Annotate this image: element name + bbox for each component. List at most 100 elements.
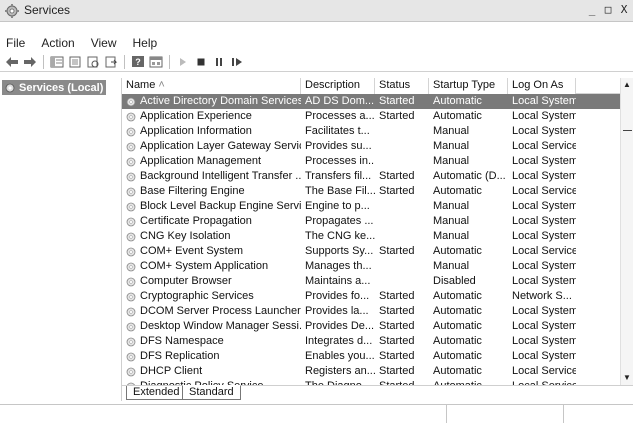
service-log-on-as: Local Service bbox=[512, 245, 576, 257]
service-description: Propagates ... bbox=[305, 215, 374, 227]
service-gear-icon bbox=[126, 307, 136, 316]
vertical-scrollbar[interactable]: ▲ ▼ bbox=[620, 78, 633, 385]
service-name: Computer Browser bbox=[140, 275, 232, 287]
tab-standard[interactable]: Standard bbox=[182, 385, 241, 400]
stop-service-icon[interactable] bbox=[193, 54, 209, 70]
service-description: The CNG ke... bbox=[305, 230, 375, 242]
service-startup-type: Automatic bbox=[433, 95, 482, 107]
service-description: Facilitates t... bbox=[305, 125, 370, 137]
table-row[interactable]: DFS Replication Enables you... Started Auto… bbox=[122, 349, 620, 364]
service-name-cell: CNG Key Isolation bbox=[122, 229, 301, 244]
table-row[interactable]: Base Filtering Engine The Base Fil... Star… bbox=[122, 184, 620, 199]
service-log-on-as: Local System bbox=[512, 350, 576, 362]
menu-file[interactable]: File bbox=[0, 36, 33, 50]
service-log-on-as: Local System bbox=[512, 125, 576, 137]
service-status: Started bbox=[379, 320, 415, 332]
service-description: Provides fo... bbox=[305, 290, 370, 302]
service-name: Active Directory Domain Services bbox=[140, 95, 301, 107]
table-row[interactable]: Active Directory Domain Services AD DS Do… bbox=[122, 94, 620, 109]
start-service-icon[interactable] bbox=[175, 54, 191, 70]
service-status: Started bbox=[379, 110, 415, 122]
service-name: Application Management bbox=[140, 155, 262, 167]
scrollbar-thumb[interactable] bbox=[623, 130, 632, 134]
service-log-on-as: Local Service bbox=[512, 365, 576, 377]
tree-item-services-local[interactable]: Services (Local) bbox=[2, 80, 107, 95]
minimize-button[interactable]: _ bbox=[585, 3, 599, 17]
table-row[interactable]: Application Management Processes in... Man… bbox=[122, 154, 620, 169]
table-row[interactable]: Application Experience Processes a... Star… bbox=[122, 109, 620, 124]
table-row[interactable]: Computer Browser Maintains a... Disabled Lo… bbox=[122, 274, 620, 289]
service-log-on-as: Local System bbox=[512, 275, 576, 287]
service-name-cell: Active Directory Domain Services bbox=[122, 94, 301, 109]
svg-text:?: ? bbox=[135, 57, 141, 67]
properties-icon[interactable] bbox=[67, 54, 83, 70]
table-row[interactable]: DCOM Server Process Launcher Provides la.… bbox=[122, 304, 620, 319]
table-row[interactable]: Block Level Backup Engine Service Engine … bbox=[122, 199, 620, 214]
service-gear-icon bbox=[126, 187, 136, 196]
table-row[interactable]: Background Intelligent Transfer ... Trans… bbox=[122, 169, 620, 184]
table-row[interactable]: Application Layer Gateway Service Provide… bbox=[122, 139, 620, 154]
service-description: Manages th... bbox=[305, 260, 372, 272]
service-name-cell: Application Management bbox=[122, 154, 301, 169]
export-icon[interactable] bbox=[103, 54, 119, 70]
service-description: Provides su... bbox=[305, 140, 372, 152]
service-gear-icon bbox=[126, 172, 136, 181]
menu-view[interactable]: View bbox=[83, 36, 125, 50]
table-row[interactable]: Application Information Facilitates t... M… bbox=[122, 124, 620, 139]
table-row[interactable]: CNG Key Isolation The CNG ke... Manual Loca… bbox=[122, 229, 620, 244]
forward-icon[interactable] bbox=[22, 54, 38, 70]
status-bar-divider bbox=[563, 405, 564, 423]
help-icon[interactable]: ? bbox=[130, 54, 146, 70]
service-name-cell: Application Layer Gateway Service bbox=[122, 139, 301, 154]
table-row[interactable]: Desktop Window Manager Sessi... Provides … bbox=[122, 319, 620, 334]
table-row[interactable]: DHCP Client Registers an... Started Automat… bbox=[122, 364, 620, 379]
services-list: Name ˄ Description Status Startup Type L… bbox=[122, 78, 620, 385]
service-name: Application Information bbox=[140, 125, 252, 137]
menu-action[interactable]: Action bbox=[33, 36, 82, 50]
menu-help[interactable]: Help bbox=[125, 36, 166, 50]
service-gear-icon bbox=[126, 97, 136, 106]
console-icon[interactable] bbox=[148, 54, 164, 70]
toolbar-separator bbox=[124, 54, 125, 69]
service-startup-type: Automatic bbox=[433, 320, 482, 332]
table-row[interactable]: COM+ System Application Manages th... Manu… bbox=[122, 259, 620, 274]
service-description: Processes a... bbox=[305, 110, 375, 122]
service-name: Cryptographic Services bbox=[140, 290, 254, 302]
column-header-log-on-as[interactable]: Log On As bbox=[508, 78, 576, 94]
service-name-cell: DFS Namespace bbox=[122, 334, 301, 349]
column-header-description[interactable]: Description bbox=[301, 78, 375, 94]
table-body: Active Directory Domain Services AD DS Do… bbox=[122, 94, 620, 385]
table-row[interactable]: Certificate Propagation Propagates ... Man… bbox=[122, 214, 620, 229]
scroll-down-arrow-icon[interactable]: ▼ bbox=[621, 372, 633, 384]
console-tree: Services (Local) bbox=[0, 78, 122, 401]
tab-extended[interactable]: Extended bbox=[126, 386, 187, 400]
refresh-icon[interactable] bbox=[85, 54, 101, 70]
column-header-row: Name ˄ Description Status Startup Type L… bbox=[122, 78, 620, 94]
service-log-on-as: Local Service bbox=[512, 140, 576, 152]
scroll-up-arrow-icon[interactable]: ▲ bbox=[621, 79, 633, 91]
service-description: Processes in... bbox=[305, 155, 375, 167]
service-startup-type: Automatic bbox=[433, 350, 482, 362]
service-startup-type: Manual bbox=[433, 215, 470, 227]
show-hide-tree-icon[interactable] bbox=[49, 54, 65, 70]
maximize-button[interactable]: □ bbox=[601, 3, 615, 17]
column-header-status[interactable]: Status bbox=[375, 78, 429, 94]
service-startup-type: Manual bbox=[433, 155, 470, 167]
service-startup-type: Automatic bbox=[433, 110, 482, 122]
table-row[interactable]: DFS Namespace Integrates d... Started Autom… bbox=[122, 334, 620, 349]
service-log-on-as: Local System bbox=[512, 305, 576, 317]
table-row[interactable]: Cryptographic Services Provides fo... Star… bbox=[122, 289, 620, 304]
service-description: Integrates d... bbox=[305, 335, 373, 347]
back-icon[interactable] bbox=[4, 54, 20, 70]
pause-service-icon[interactable] bbox=[211, 54, 227, 70]
service-status bbox=[375, 154, 429, 169]
table-row[interactable]: COM+ Event System Supports Sy... Started Au… bbox=[122, 244, 620, 259]
column-header-startup-type[interactable]: Startup Type bbox=[429, 78, 508, 94]
service-name: DFS Namespace bbox=[140, 335, 224, 347]
service-gear-icon bbox=[126, 142, 136, 151]
service-name: Base Filtering Engine bbox=[140, 185, 245, 197]
close-button[interactable]: X bbox=[617, 3, 631, 17]
service-startup-type: Automatic bbox=[433, 245, 482, 257]
column-header-name[interactable]: Name ˄ bbox=[122, 78, 301, 94]
restart-service-icon[interactable] bbox=[229, 54, 245, 70]
